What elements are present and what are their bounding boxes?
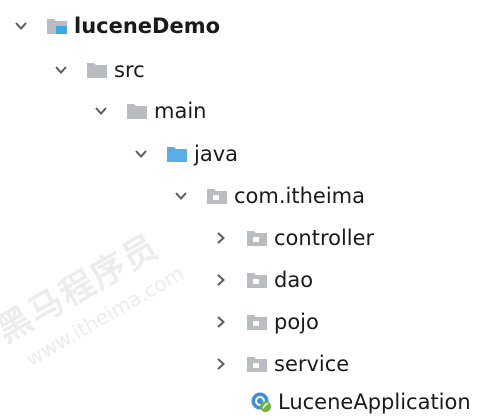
- tree-node-label: com.itheima: [234, 183, 365, 208]
- tree-node-label: LuceneApplication: [278, 389, 471, 414]
- tree-node-service[interactable]: service: [214, 344, 349, 384]
- chevron-right-icon[interactable]: [214, 231, 228, 245]
- tree-node-label: java: [194, 141, 238, 166]
- tree-node-label: dao: [274, 267, 314, 292]
- tree-node-label: luceneDemo: [74, 13, 221, 38]
- source-root-folder-icon: [166, 145, 188, 163]
- chevron-right-icon[interactable]: [214, 273, 228, 287]
- tree-node-main[interactable]: main: [94, 91, 206, 131]
- package-icon: [246, 271, 268, 289]
- tree-node-dao[interactable]: dao: [214, 260, 313, 300]
- tree-node-controller[interactable]: controller: [214, 218, 374, 258]
- tree-node-java[interactable]: java: [134, 134, 238, 174]
- tree-node-label: pojo: [274, 309, 319, 334]
- tree-node-root[interactable]: luceneDemo: [14, 6, 220, 46]
- tree-node-pojo[interactable]: pojo: [214, 302, 319, 342]
- package-icon: [206, 187, 228, 205]
- spring-boot-class-icon: [250, 392, 272, 412]
- chevron-down-icon[interactable]: [54, 63, 68, 77]
- folder-icon: [86, 61, 108, 79]
- tree-node-label: service: [274, 351, 350, 376]
- project-tree: luceneDemo src main java com.itheima con…: [0, 0, 498, 420]
- chevron-down-icon[interactable]: [14, 19, 28, 33]
- package-icon: [246, 229, 268, 247]
- chevron-down-icon[interactable]: [134, 147, 148, 161]
- chevron-down-icon[interactable]: [94, 104, 108, 118]
- module-folder-icon: [46, 17, 68, 35]
- tree-node-label: main: [154, 98, 207, 123]
- chevron-right-icon[interactable]: [214, 357, 228, 371]
- tree-node-package-root[interactable]: com.itheima: [174, 176, 365, 216]
- tree-node-label: src: [114, 57, 145, 82]
- chevron-down-icon[interactable]: [174, 189, 188, 203]
- tree-node-lucene-application[interactable]: LuceneApplication: [250, 382, 471, 420]
- chevron-right-icon[interactable]: [214, 315, 228, 329]
- package-icon: [246, 313, 268, 331]
- package-icon: [246, 355, 268, 373]
- folder-icon: [126, 102, 148, 120]
- tree-node-label: controller: [274, 225, 375, 250]
- tree-node-src[interactable]: src: [54, 50, 145, 90]
